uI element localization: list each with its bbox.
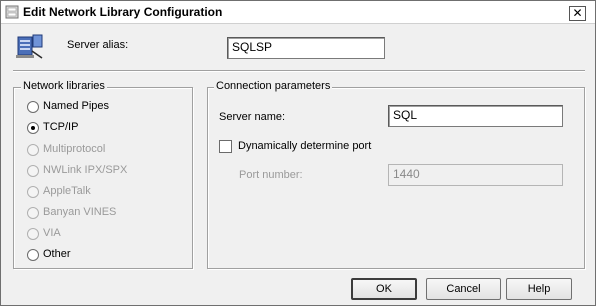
radio-label: VIA	[43, 227, 61, 239]
ok-button[interactable]: OK	[351, 278, 417, 300]
radio-label: Multiprotocol	[43, 143, 106, 155]
window-title: Edit Network Library Configuration	[23, 5, 223, 19]
app-icon	[5, 5, 19, 19]
dynamic-port-checkbox[interactable]	[219, 140, 232, 153]
radio-label: Other	[43, 248, 71, 260]
server-alias-input[interactable]: SQLSP	[227, 37, 385, 59]
radio-button	[27, 228, 39, 240]
radio-button	[27, 165, 39, 177]
port-number-input: 1440	[388, 164, 563, 186]
radio-button[interactable]	[27, 101, 39, 113]
cancel-button[interactable]: Cancel	[426, 278, 501, 300]
network-libraries-title: Network libraries	[21, 80, 107, 92]
radio-label: NWLink IPX/SPX	[43, 164, 128, 176]
server-alias-label: Server alias:	[67, 39, 129, 51]
radio-button	[27, 144, 39, 156]
radio-button	[27, 207, 39, 219]
separator	[13, 70, 585, 72]
radio-button-selected[interactable]	[27, 122, 39, 134]
dynamic-port-label[interactable]: Dynamically determine port	[238, 140, 371, 152]
radio-button	[27, 186, 39, 198]
server-name-label: Server name:	[219, 111, 286, 123]
server-name-input[interactable]: SQL	[388, 105, 563, 127]
close-button[interactable]: ✕	[569, 6, 586, 21]
help-button[interactable]: Help	[506, 278, 572, 300]
radio-button[interactable]	[27, 249, 39, 261]
title-bar[interactable]: Edit Network Library Configuration ✕	[1, 1, 595, 24]
connection-parameters-title: Connection parameters	[214, 80, 333, 92]
radio-label: Named Pipes	[43, 100, 110, 112]
radio-label: TCP/IP	[43, 121, 79, 133]
network-libraries-group	[13, 87, 193, 269]
radio-label: Banyan VINES	[43, 206, 117, 218]
dialog-window: Edit Network Library Configuration ✕ Ser…	[0, 0, 596, 306]
server-icon	[16, 34, 43, 59]
close-icon: ✕	[572, 6, 583, 20]
radio-label: AppleTalk	[43, 185, 91, 197]
port-number-label: Port number:	[239, 169, 303, 181]
